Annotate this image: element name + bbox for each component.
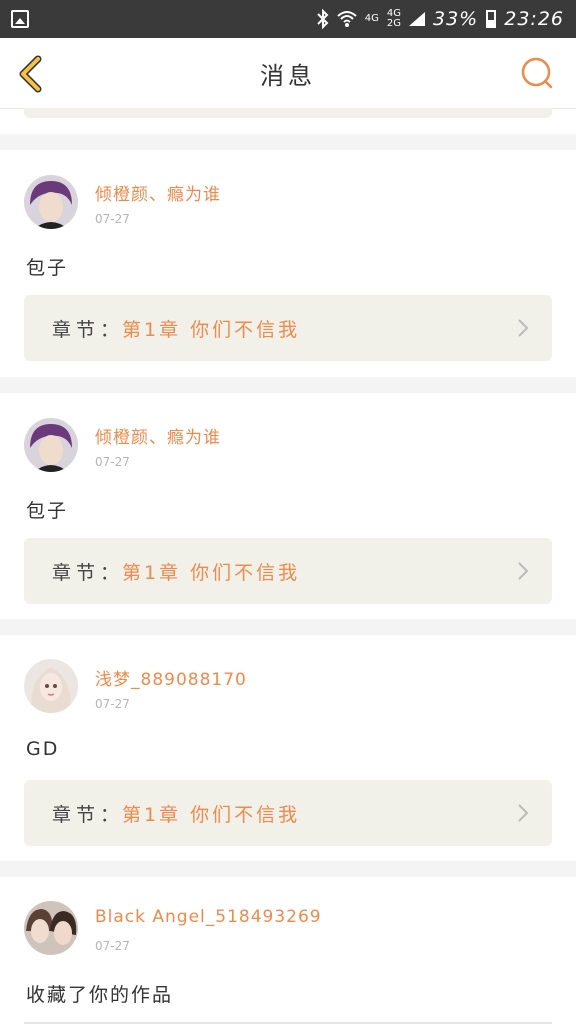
chapter-title: 第1章 你们不信我 <box>122 804 301 826</box>
message-content: 收藏了你的作品 <box>26 984 174 1006</box>
status-bar: 4G 4G 2G 33% 23:26 <box>0 0 576 38</box>
divider <box>0 134 576 150</box>
chapter-label: 章节： <box>52 804 125 826</box>
message-card[interactable]: 倾橙颜、瘾为谁 07-27 包子 章节： 第1章 你们不信我 <box>0 393 576 619</box>
previous-chapter-box <box>24 108 552 118</box>
search-icon[interactable] <box>520 56 554 90</box>
chapter-label: 章节： <box>52 562 125 584</box>
signal-icon <box>409 12 425 26</box>
status-icons: 4G 4G 2G 33% 23:26 <box>317 0 564 38</box>
chapter-link[interactable]: 章节： 第1章 你们不信我 <box>24 295 552 361</box>
network-type: 4G <box>364 13 379 24</box>
message-content: GD <box>26 738 60 760</box>
timestamp: 07-27 <box>95 212 130 226</box>
username[interactable]: 浅梦_889088170 <box>95 665 247 690</box>
divider <box>0 377 576 393</box>
timestamp: 07-27 <box>95 455 130 469</box>
message-content: 包子 <box>26 500 69 522</box>
message-card[interactable]: 倾橙颜、瘾为谁 07-27 包子 章节： 第1章 你们不信我 <box>0 150 576 377</box>
timestamp: 07-27 <box>95 697 130 711</box>
message-card[interactable]: Black Angel_518493269 07-27 收藏了你的作品 <box>0 877 576 1024</box>
chevron-right-icon <box>518 804 529 822</box>
network-dual: 4G 2G <box>386 8 401 29</box>
app-header: 消息 <box>0 38 576 109</box>
chapter-title: 第1章 你们不信我 <box>122 319 301 341</box>
divider <box>0 861 576 877</box>
avatar[interactable] <box>24 901 78 955</box>
image-icon <box>11 10 29 28</box>
chapter-title: 第1章 你们不信我 <box>122 562 301 584</box>
clock: 23:26 <box>504 8 564 30</box>
wifi-icon <box>337 11 357 27</box>
divider <box>0 619 576 635</box>
message-content: 包子 <box>26 257 69 279</box>
chevron-right-icon <box>518 562 529 580</box>
avatar[interactable] <box>24 175 78 229</box>
username[interactable]: 倾橙颜、瘾为谁 <box>95 180 221 205</box>
timestamp: 07-27 <box>95 939 130 953</box>
battery-icon <box>486 10 497 28</box>
chapter-link[interactable]: 章节： 第1章 你们不信我 <box>24 780 552 846</box>
avatar[interactable] <box>24 659 78 713</box>
bluetooth-icon <box>317 9 329 29</box>
battery-percent: 33% <box>433 8 479 30</box>
page-title: 消息 <box>260 62 316 90</box>
message-card[interactable]: 浅梦_889088170 07-27 GD 章节： 第1章 你们不信我 <box>0 635 576 861</box>
username[interactable]: 倾橙颜、瘾为谁 <box>95 423 221 448</box>
chapter-link[interactable]: 章节： 第1章 你们不信我 <box>24 538 552 604</box>
chevron-right-icon <box>518 319 529 337</box>
avatar[interactable] <box>24 418 78 472</box>
chapter-label: 章节： <box>52 319 125 341</box>
username[interactable]: Black Angel_518493269 <box>95 907 322 927</box>
